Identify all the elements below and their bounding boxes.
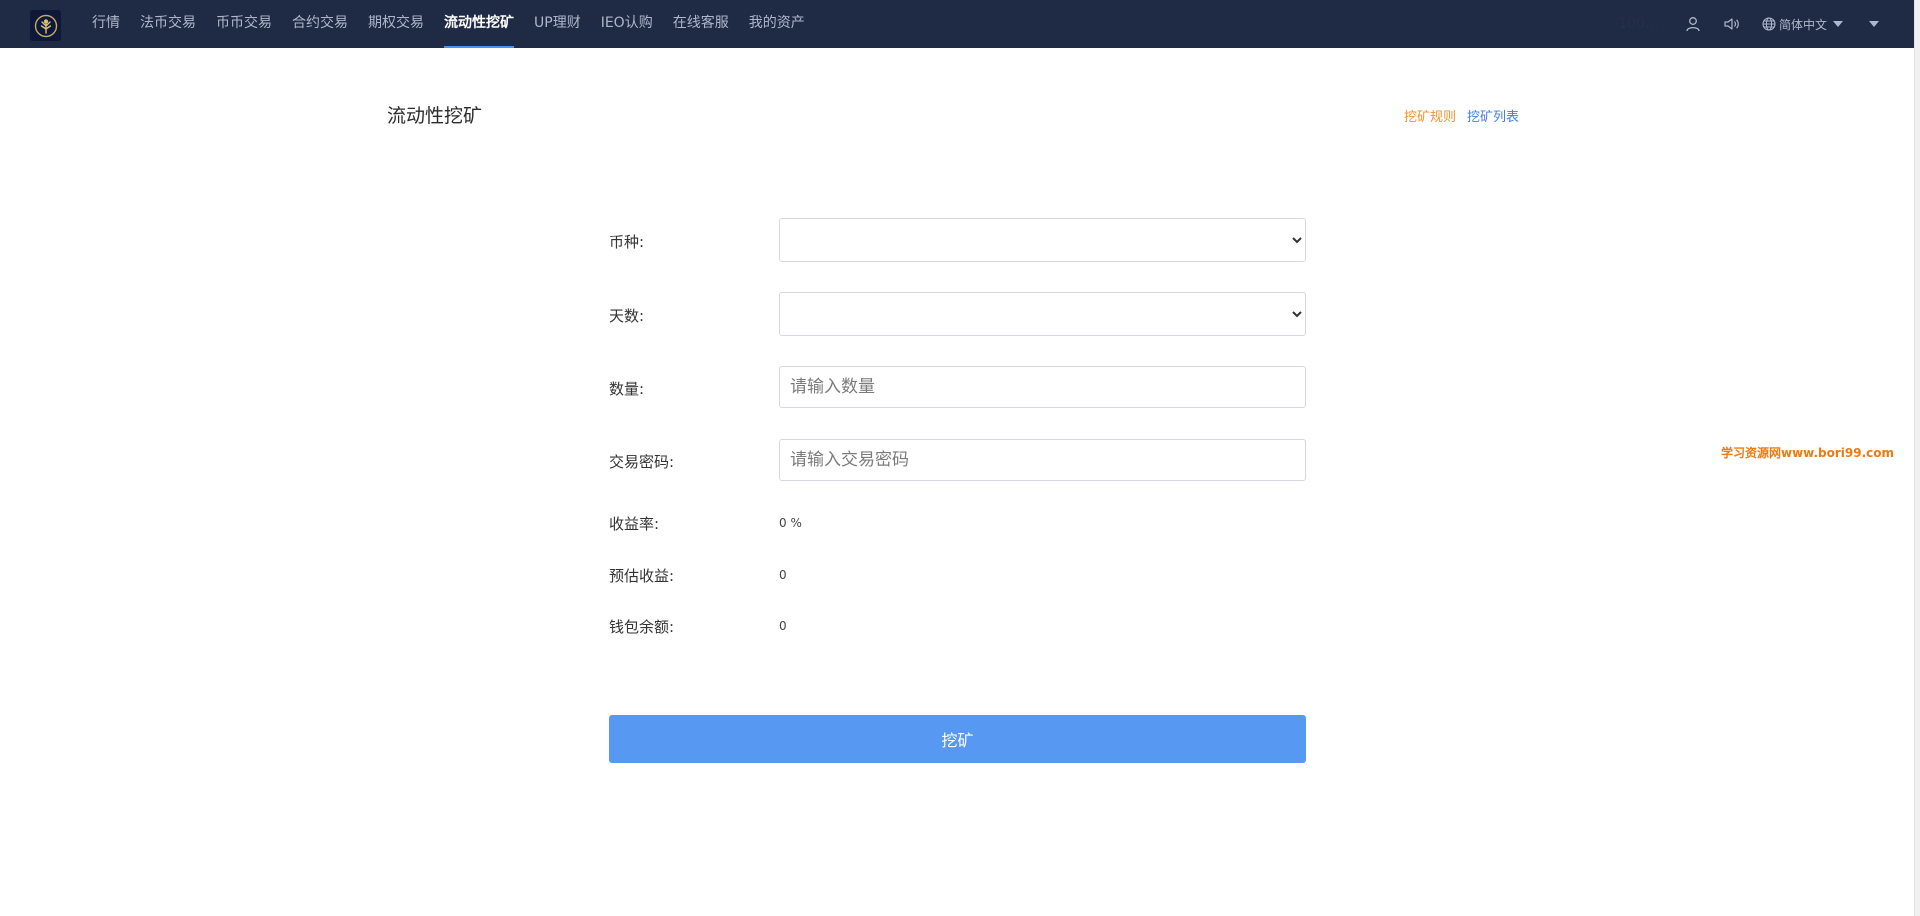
nav-item-options-trade[interactable]: 期权交易 xyxy=(358,0,434,48)
wallet-balance-value: 0 xyxy=(779,619,787,633)
amount-input[interactable] xyxy=(779,366,1306,408)
nav-item-fiat-trade[interactable]: 法币交易 xyxy=(130,0,206,48)
yield-rate-label: 收益率: xyxy=(609,515,660,533)
amount-label: 数量: xyxy=(609,380,645,398)
nav-item-my-assets[interactable]: 我的资产 xyxy=(739,0,815,48)
user-icon[interactable] xyxy=(1685,16,1701,32)
wallet-balance-label: 钱包余额: xyxy=(609,618,675,636)
currency-label: 币种: xyxy=(609,233,645,251)
nav-item-up-finance[interactable]: UP理财 xyxy=(524,0,591,48)
top-navbar: 行情 法币交易 币币交易 合约交易 期权交易 流动性挖矿 UP理财 IEO认购 … xyxy=(0,0,1914,48)
watermark-text: 学习资源网www.bori99.com xyxy=(1721,446,1895,460)
nav-item-market[interactable]: 行情 xyxy=(82,0,130,48)
globe-icon xyxy=(1762,17,1776,31)
speaker-icon[interactable] xyxy=(1723,16,1740,32)
chevron-down-icon[interactable] xyxy=(1869,21,1879,27)
language-label: 简体中文 xyxy=(1778,17,1827,32)
estimated-earnings-value: 0 xyxy=(779,568,787,582)
estimated-earnings-label: 预估收益: xyxy=(609,567,675,585)
nav-item-ieo[interactable]: IEO认购 xyxy=(591,0,663,48)
mine-button[interactable]: 挖矿 xyxy=(609,715,1306,763)
nav-right-area: 100… 简体中文 xyxy=(1618,0,1879,48)
page-scrollbar[interactable] xyxy=(1914,0,1920,916)
nav-item-liquidity-mining[interactable]: 流动性挖矿 xyxy=(434,0,524,48)
currency-select[interactable] xyxy=(779,218,1306,262)
nav-item-spot-trade[interactable]: 币币交易 xyxy=(206,0,282,48)
mining-list-link[interactable]: 挖矿列表 xyxy=(1467,106,1519,125)
header-links: 挖矿规则 挖矿列表 xyxy=(1404,106,1519,125)
nav-item-contract-trade[interactable]: 合约交易 xyxy=(282,0,358,48)
days-select[interactable] xyxy=(779,292,1306,336)
nav-account-text: 100… xyxy=(1618,16,1659,32)
logo-icon[interactable] xyxy=(30,10,61,41)
page-title: 流动性挖矿 xyxy=(387,105,483,127)
trade-password-label: 交易密码: xyxy=(609,453,675,471)
language-caret-icon xyxy=(1833,21,1843,27)
days-label: 天数: xyxy=(609,307,645,325)
trade-password-input[interactable] xyxy=(779,439,1306,481)
main-nav: 行情 法币交易 币币交易 合约交易 期权交易 流动性挖矿 UP理财 IEO认购 … xyxy=(82,0,815,48)
nav-item-support[interactable]: 在线客服 xyxy=(663,0,739,48)
mining-rules-link[interactable]: 挖矿规则 xyxy=(1404,106,1456,125)
yield-rate-value: 0 % xyxy=(779,516,802,530)
language-selector[interactable]: 简体中文 xyxy=(1762,16,1843,33)
